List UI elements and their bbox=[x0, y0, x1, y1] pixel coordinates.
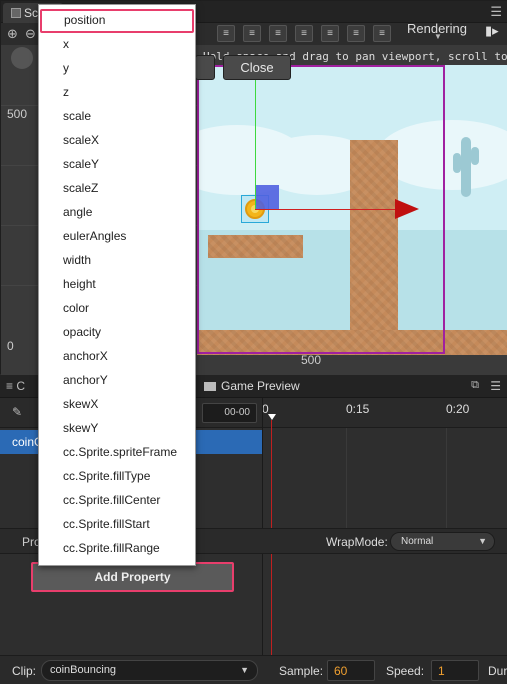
align-right-icon[interactable]: ≡ bbox=[269, 25, 287, 42]
y-axis-label-500: 500 bbox=[7, 107, 28, 121]
wrapmode-label: WrapMode: bbox=[326, 535, 388, 549]
dropdown-item-cc-sprite-spriteframe[interactable]: cc.Sprite.spriteFrame bbox=[39, 441, 195, 465]
dropdown-item-scaley[interactable]: scaleY bbox=[39, 153, 195, 177]
align-left-icon[interactable]: ≡ bbox=[217, 25, 235, 42]
edit-icon[interactable]: ✎ bbox=[12, 405, 22, 419]
dropdown-item-width[interactable]: width bbox=[39, 249, 195, 273]
animation-tab-label: C bbox=[16, 379, 26, 393]
chevron-down-icon: ▼ bbox=[478, 536, 487, 546]
time-tick-0-15: 0:15 bbox=[346, 402, 370, 416]
panel-menu-icon[interactable]: ☰ bbox=[490, 4, 502, 20]
align-bottom-icon[interactable]: ≡ bbox=[347, 25, 365, 42]
current-time-field[interactable]: 00-00 bbox=[202, 403, 257, 423]
playhead-handle[interactable] bbox=[268, 414, 276, 420]
time-tick-0-20: 0:20 bbox=[446, 402, 470, 416]
clip-label: Clip: bbox=[12, 664, 37, 678]
chevron-down-icon[interactable]: ▼ bbox=[434, 32, 442, 41]
dropdown-item-color[interactable]: color bbox=[39, 297, 195, 321]
scene-icon bbox=[11, 8, 21, 18]
chevron-down-icon: ▼ bbox=[240, 665, 249, 675]
align-center-h-icon[interactable]: ≡ bbox=[321, 25, 339, 42]
dropdown-item-skewy[interactable]: skewY bbox=[39, 417, 195, 441]
preview-button[interactable] bbox=[195, 55, 215, 80]
add-property-button[interactable]: Add Property bbox=[31, 562, 234, 592]
animation-icon: ≡ bbox=[6, 379, 14, 393]
speed-field[interactable]: 1 bbox=[431, 660, 479, 681]
y-axis-label-0: 0 bbox=[7, 339, 14, 353]
dropdown-item-cc-sprite-fillcenter[interactable]: cc.Sprite.fillCenter bbox=[39, 489, 195, 513]
dropdown-item-anchorx[interactable]: anchorX bbox=[39, 345, 195, 369]
clip-value: coinBouncing bbox=[50, 664, 117, 676]
cactus-icon bbox=[461, 137, 471, 197]
dropdown-item-scalez[interactable]: scaleZ bbox=[39, 177, 195, 201]
design-resolution-frame bbox=[197, 65, 445, 354]
dropdown-item-angle[interactable]: angle bbox=[39, 201, 195, 225]
sample-label: Sample: bbox=[279, 664, 324, 678]
dropdown-item-z[interactable]: z bbox=[39, 81, 195, 105]
dropdown-item-cc-sprite-fillstart[interactable]: cc.Sprite.fillStart bbox=[39, 513, 195, 537]
zoom-out-icon[interactable]: ⊖ bbox=[25, 26, 36, 42]
panel-menu-icon[interactable]: ☰ bbox=[490, 379, 501, 393]
property-dropdown-menu: position x y z scale scaleX scaleY scaleZ angle e… bbox=[38, 4, 196, 566]
game-preview-tab-label: Game Preview bbox=[221, 379, 300, 393]
dropdown-item-opacity[interactable]: opacity bbox=[39, 321, 195, 345]
dropdown-item-cc-sprite-filltype[interactable]: cc.Sprite.fillType bbox=[39, 465, 195, 489]
animation-footer: Clip: coinBouncing ▼ Sample: 60 Speed: 1… bbox=[0, 655, 507, 684]
dropdown-item-skewx[interactable]: skewX bbox=[39, 393, 195, 417]
camera-icon[interactable]: ▮▸ bbox=[485, 23, 499, 39]
dropdown-item-scale[interactable]: scale bbox=[39, 105, 195, 129]
scene-tab-label: Sc bbox=[24, 6, 39, 20]
dropdown-item-height[interactable]: height bbox=[39, 273, 195, 297]
align-center-v-icon[interactable]: ≡ bbox=[243, 25, 261, 42]
dropdown-item-position[interactable]: position bbox=[40, 9, 194, 33]
animation-tab[interactable]: ≡ C bbox=[6, 379, 25, 393]
popout-icon[interactable]: ⧉ bbox=[471, 379, 479, 392]
close-button[interactable]: Close bbox=[223, 55, 291, 80]
dropdown-item-cc-sprite-fillrange[interactable]: cc.Sprite.fillRange bbox=[39, 537, 195, 561]
speed-label: Speed: bbox=[386, 664, 425, 678]
clip-select[interactable]: coinBouncing ▼ bbox=[41, 660, 258, 681]
align-top-icon[interactable]: ≡ bbox=[295, 25, 313, 42]
wrapmode-value: Normal bbox=[401, 536, 434, 547]
zoom-in-icon[interactable]: ⊕ bbox=[7, 26, 18, 42]
game-preview-tab[interactable]: Game Preview bbox=[204, 379, 300, 393]
dropdown-item-y[interactable]: y bbox=[39, 57, 195, 81]
dropdown-item-eulerangles[interactable]: eulerAngles bbox=[39, 225, 195, 249]
distribute-icon[interactable]: ≡ bbox=[373, 25, 391, 42]
x-axis-label-500: 500 bbox=[301, 353, 322, 367]
sample-field[interactable]: 60 bbox=[327, 660, 375, 681]
wrapmode-select[interactable]: Normal ▼ bbox=[390, 532, 495, 551]
dropdown-item-scalex[interactable]: scaleX bbox=[39, 129, 195, 153]
dropdown-item-x[interactable]: x bbox=[39, 33, 195, 57]
dropdown-item-anchory[interactable]: anchorY bbox=[39, 369, 195, 393]
duration-label: Dur bbox=[488, 664, 507, 678]
video-camera-icon bbox=[204, 382, 216, 391]
origin-shadow bbox=[11, 47, 33, 69]
